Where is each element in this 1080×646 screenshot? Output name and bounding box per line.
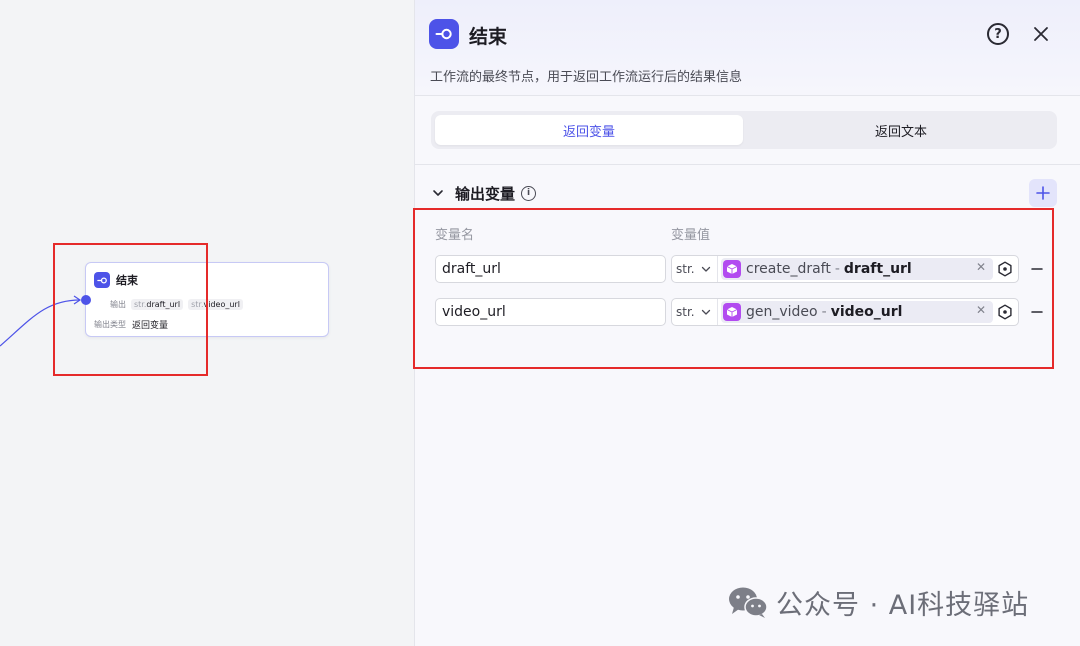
output-variables-section-header[interactable]: 输出变量 i — [431, 182, 537, 204]
watermark-text: 公众号 · AI科技驿站 — [776, 589, 1030, 621]
info-icon[interactable]: i — [521, 185, 537, 201]
plus-icon — [1036, 186, 1050, 200]
workflow-canvas[interactable]: 结束 输出 str.draft_url str.video_url 输出类型 返… — [0, 0, 414, 646]
output-mode-tabs: 返回变量 返回文本 — [431, 111, 1057, 149]
highlight-box-variables — [413, 208, 1054, 369]
divider — [415, 164, 1080, 165]
wechat-icon — [729, 587, 768, 618]
panel-title: 结束 — [469, 26, 508, 48]
tab-return-text[interactable]: 返回文本 — [747, 115, 1055, 145]
panel-header: 结束 ? 工作流的最终节点，用于返回工作流运行后的结果信息 — [415, 0, 1080, 96]
add-variable-button[interactable] — [1029, 179, 1057, 207]
watermark: 公众号 · AI科技驿站 — [728, 582, 1029, 622]
help-icon[interactable]: ? — [987, 23, 1009, 45]
node-output-name: video_url — [203, 300, 240, 309]
close-icon[interactable] — [1029, 22, 1053, 46]
chevron-down-icon[interactable] — [431, 186, 445, 200]
section-title: 输出变量 — [455, 184, 516, 203]
panel-description: 工作流的最终节点，用于返回工作流运行后的结果信息 — [430, 70, 743, 85]
tab-return-variables[interactable]: 返回变量 — [435, 115, 743, 145]
end-node-icon — [429, 19, 459, 49]
highlight-box-node — [53, 243, 208, 376]
node-settings-panel: 结束 ? 工作流的最终节点，用于返回工作流运行后的结果信息 返回变量 返回文本 … — [413, 0, 1080, 646]
